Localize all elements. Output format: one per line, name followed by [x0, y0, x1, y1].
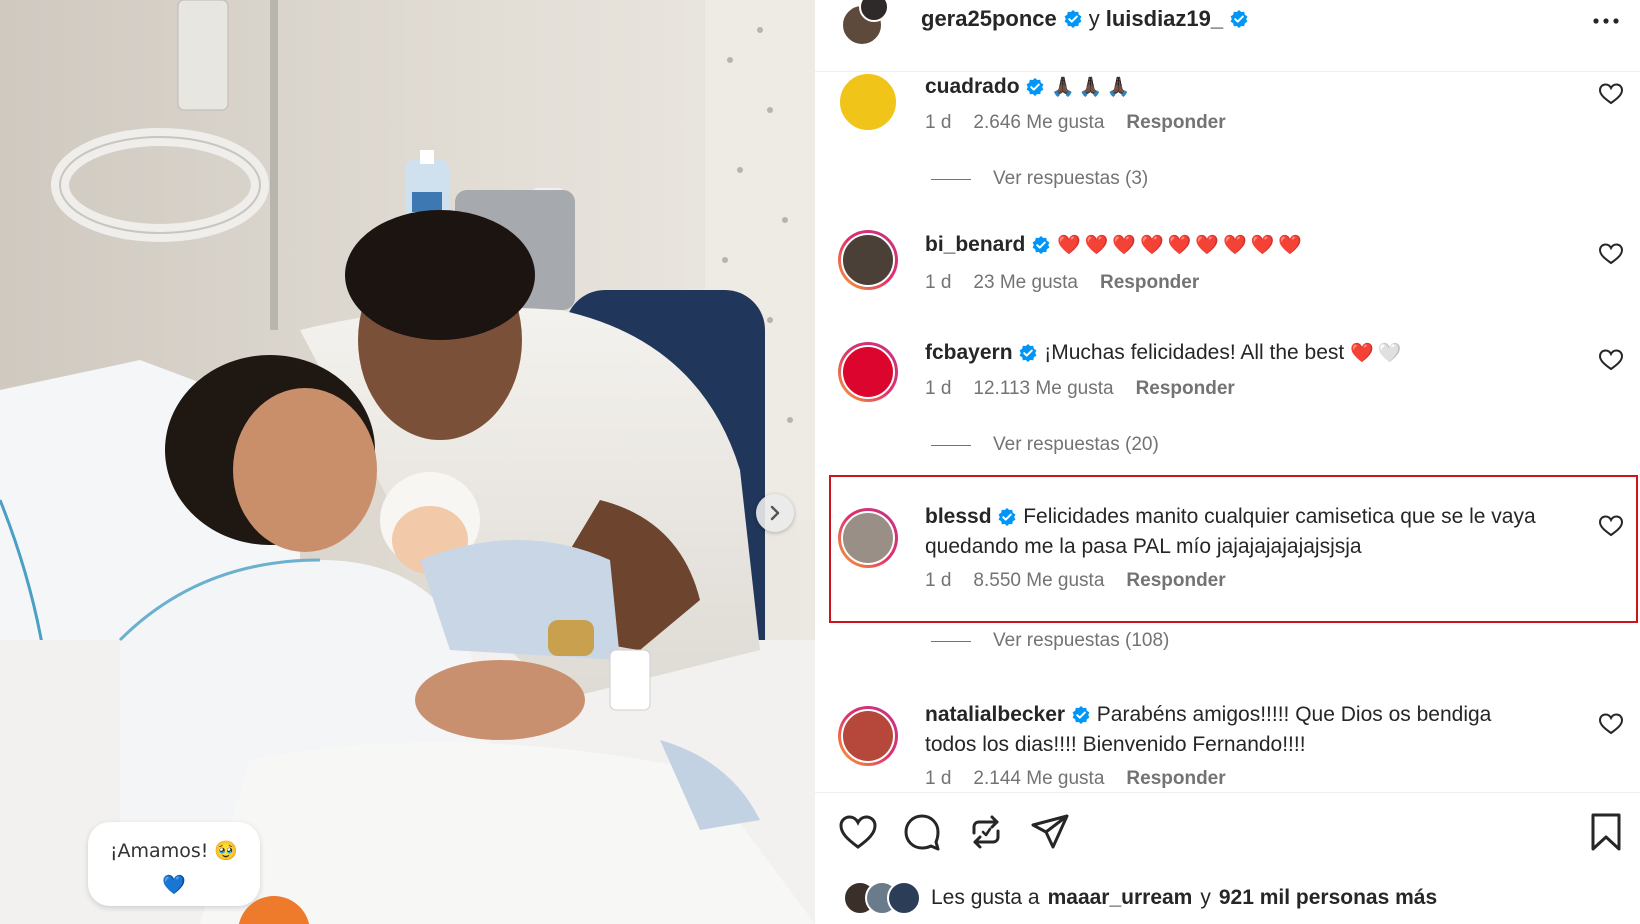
comment-username[interactable]: blessd [925, 505, 992, 528]
comment-body: blessd Felicidades manito cualquier cami… [925, 502, 1545, 562]
comment-meta: 1 d 23 Me gusta Responder [925, 272, 1199, 294]
post-authors: gera25ponce y luisdiaz19_ [921, 6, 1249, 32]
coauthor-username[interactable]: luisdiaz19_ [1106, 6, 1223, 32]
overlay-emoji: 💙 [162, 874, 186, 896]
view-replies-button[interactable]: Ver respuestas (108) [931, 630, 1169, 652]
reply-button[interactable]: Responder [1136, 378, 1235, 400]
comment-body: natalialbecker Parabéns amigos!!!!! Que … [925, 700, 1545, 760]
photo-overlay-sticker: ¡Amamos! 🥹 💙 [88, 822, 260, 906]
likes-connector: y [1200, 886, 1211, 909]
replies-divider [931, 640, 971, 642]
reply-button[interactable]: Responder [1126, 768, 1225, 790]
comment-like-icon[interactable] [1598, 82, 1624, 106]
comment-likes[interactable]: 8.550 Me gusta [973, 570, 1104, 592]
comment-likes[interactable]: 2.144 Me gusta [973, 768, 1104, 790]
replies-divider [931, 444, 971, 446]
authors-connector: y [1088, 6, 1100, 31]
avatar-image [838, 72, 898, 132]
comment-meta: 1 d 2.646 Me gusta Responder [925, 112, 1226, 134]
author-username[interactable]: gera25ponce [921, 6, 1057, 32]
comment-likes[interactable]: 2.646 Me gusta [973, 112, 1104, 134]
verified-badge-icon [1230, 10, 1248, 28]
comment-time: 1 d [925, 378, 952, 399]
more-options-icon[interactable] [1588, 6, 1624, 36]
comment-time: 1 d [925, 272, 952, 293]
likes-prefix: Les gusta a [931, 886, 1040, 909]
post-actions-bar: Les gusta a maaar_urream y 921 mil perso… [815, 792, 1640, 924]
avatar[interactable] [838, 342, 898, 402]
comment-username[interactable]: cuadrado [925, 75, 1020, 98]
heart-icon[interactable] [837, 811, 879, 853]
comment-body: cuadrado 🙏🏿🙏🏿🙏🏿 [925, 72, 1545, 102]
verified-badge-icon [1019, 344, 1037, 363]
likes-others[interactable]: 921 mil personas más [1219, 886, 1437, 910]
post-side-panel: gera25ponce y luisdiaz19_ cuadrado 🙏🏿🙏🏿🙏… [815, 0, 1640, 924]
likes-summary[interactable]: Les gusta a maaar_urream y 921 mil perso… [843, 881, 1437, 915]
comment-meta: 1 d 12.113 Me gusta Responder [925, 378, 1235, 400]
comment-meta: 1 d 8.550 Me gusta Responder [925, 570, 1226, 592]
view-replies-label: Ver respuestas (20) [993, 434, 1159, 455]
comment-emoji: ❤️❤️❤️❤️❤️❤️❤️❤️❤️ [1057, 234, 1306, 256]
post-header: gera25ponce y luisdiaz19_ [815, 0, 1640, 72]
comment-icon[interactable] [901, 811, 943, 853]
avatar-image [841, 345, 895, 399]
comment-text: Felicidades manito cualquier camisetica … [925, 505, 1536, 558]
comment-like-icon[interactable] [1598, 712, 1624, 736]
verified-badge-icon [998, 508, 1016, 527]
liker-avatars [843, 881, 923, 915]
avatar-image [841, 233, 895, 287]
comments-list[interactable]: cuadrado 🙏🏿🙏🏿🙏🏿 1 d 2.646 Me gusta Respo… [815, 72, 1640, 792]
avatar[interactable] [838, 72, 898, 132]
next-photo-button[interactable] [756, 494, 794, 532]
comment-like-icon[interactable] [1598, 242, 1624, 266]
comment-likes[interactable]: 12.113 Me gusta [973, 378, 1113, 400]
verified-badge-icon [1026, 78, 1044, 97]
comment-time: 1 d [925, 570, 952, 591]
liker-username[interactable]: maaar_urream [1048, 886, 1193, 910]
comment-username[interactable]: fcbayern [925, 341, 1013, 364]
share-icon[interactable] [1029, 811, 1071, 853]
hospital-family-photo [0, 0, 815, 924]
view-replies-button[interactable]: Ver respuestas (3) [931, 168, 1148, 190]
avatar-image [841, 709, 895, 763]
overlay-text: ¡Amamos! 🥹 [109, 840, 239, 862]
view-replies-button[interactable]: Ver respuestas (20) [931, 434, 1159, 456]
reply-button[interactable]: Responder [1126, 570, 1225, 592]
verified-badge-icon [1032, 236, 1050, 255]
avatar [887, 881, 921, 915]
comment-body: bi_benard ❤️❤️❤️❤️❤️❤️❤️❤️❤️ [925, 230, 1545, 260]
comment-time: 1 d [925, 768, 952, 789]
comment-username[interactable]: bi_benard [925, 233, 1025, 256]
comment-likes[interactable]: 23 Me gusta [973, 272, 1078, 294]
bookmark-icon[interactable] [1585, 811, 1627, 853]
view-replies-label: Ver respuestas (108) [993, 630, 1170, 651]
avatar[interactable] [838, 706, 898, 766]
verified-badge-icon [1064, 10, 1082, 28]
comment-time: 1 d [925, 112, 952, 133]
replies-divider [931, 178, 971, 180]
comment-text: ¡Muchas felicidades! All the best [1044, 341, 1345, 364]
comment-like-icon[interactable] [1598, 348, 1624, 372]
comment-username[interactable]: natalialbecker [925, 703, 1065, 726]
comment-emoji: ❤️🤍 [1350, 342, 1406, 364]
chevron-right-icon [770, 505, 780, 521]
header-avatar-group[interactable] [841, 0, 893, 48]
verified-badge-icon [1072, 706, 1090, 725]
avatar[interactable] [838, 508, 898, 568]
reply-button[interactable]: Responder [1126, 112, 1225, 134]
repost-icon[interactable] [965, 811, 1007, 853]
comment-body: fcbayern ¡Muchas felicidades! All the be… [925, 338, 1545, 368]
comment-emoji: 🙏🏿🙏🏿🙏🏿 [1051, 76, 1135, 98]
comment-meta: 1 d 2.144 Me gusta Responder [925, 768, 1226, 790]
view-replies-label: Ver respuestas (3) [993, 168, 1149, 189]
avatar-image [841, 511, 895, 565]
avatar[interactable] [838, 230, 898, 290]
post-photo[interactable]: ¡Amamos! 🥹 💙 [0, 0, 815, 924]
comment-like-icon[interactable] [1598, 514, 1624, 538]
reply-button[interactable]: Responder [1100, 272, 1199, 294]
